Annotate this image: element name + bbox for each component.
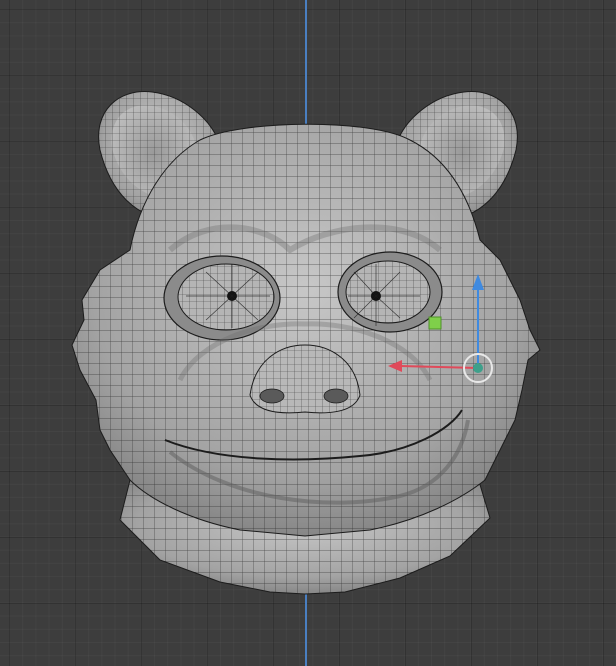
pivot-dot: [473, 363, 483, 373]
viewport-scene: [71, 91, 541, 595]
mesh-right-eye[interactable]: [337, 251, 443, 333]
plane-handle[interactable]: [428, 316, 442, 330]
3d-viewport[interactable]: [0, 0, 616, 666]
